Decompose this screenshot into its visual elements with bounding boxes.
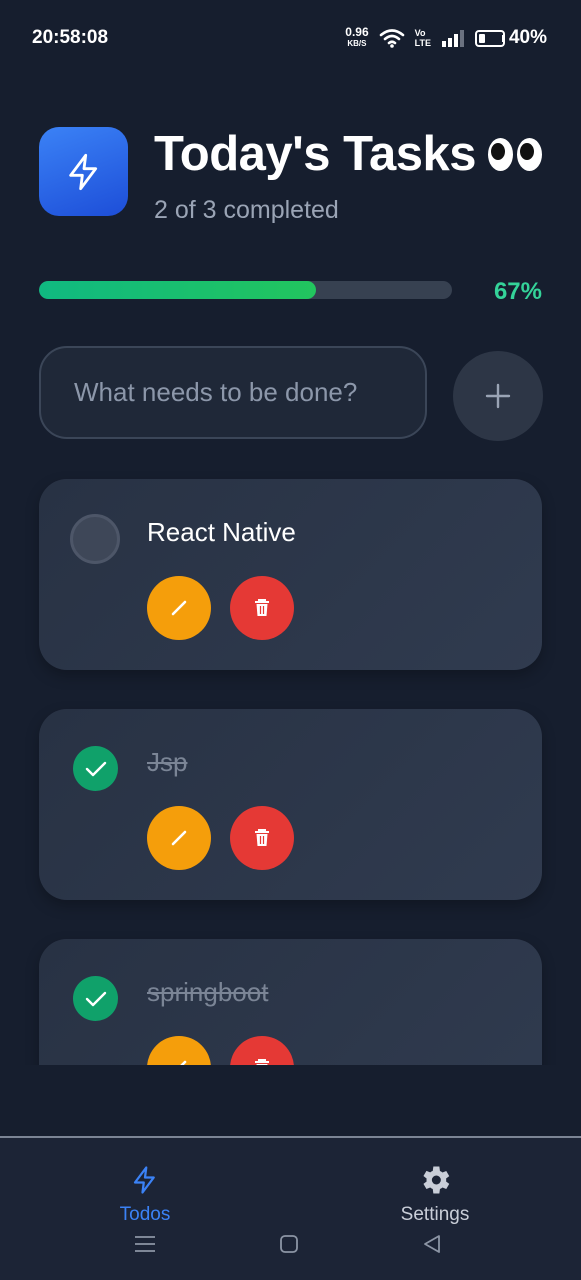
check-icon — [85, 761, 106, 776]
page-title-text: Today's Tasks — [154, 127, 476, 181]
pencil-icon — [171, 830, 187, 846]
wifi-icon — [379, 29, 404, 48]
task-title: React Native — [147, 517, 296, 547]
volte-indicator: Vo LTE — [415, 28, 431, 48]
tab-todos[interactable]: Todos — [75, 1162, 215, 1226]
status-icons: 0.96 KB/S Vo LTE 40% — [345, 25, 547, 49]
battery-fill — [478, 33, 486, 43]
eyes-emoji — [487, 137, 542, 171]
completion-summary: 2 of 3 completed — [154, 196, 339, 224]
volte-top: Vo — [414, 28, 426, 38]
network-speed-value: 0.96 — [345, 25, 369, 39]
progress-bar — [39, 281, 452, 299]
task-checkbox-checked[interactable] — [73, 976, 118, 1021]
task-checkbox-checked[interactable] — [73, 746, 118, 791]
add-task-button[interactable] — [453, 351, 543, 441]
lightning-icon — [68, 153, 97, 190]
gear-icon — [423, 1166, 450, 1194]
task-checkbox[interactable] — [70, 514, 120, 564]
app-logo — [39, 127, 128, 216]
system-nav-bar — [0, 1234, 581, 1264]
edit-task-button[interactable] — [147, 806, 211, 870]
menu-icon[interactable] — [134, 1234, 156, 1254]
network-speed-unit: KB/S — [347, 39, 367, 48]
edit-task-button[interactable] — [147, 576, 211, 640]
task-title: Jsp — [147, 747, 188, 777]
tab-settings-label: Settings — [400, 1204, 470, 1225]
volte-bottom: LTE — [414, 38, 431, 48]
delete-task-button[interactable] — [230, 576, 294, 640]
status-bar: 20:58:08 0.96 KB/S Vo LTE 40% — [0, 0, 581, 76]
pencil-icon — [171, 600, 187, 616]
task-card: springboot — [39, 939, 542, 1065]
plus-icon — [485, 383, 511, 409]
trash-icon — [255, 1059, 269, 1065]
trash-icon — [255, 599, 269, 616]
battery-percent: 40% — [508, 27, 547, 48]
progress-percent: 67% — [493, 278, 542, 305]
task-card: React Native — [39, 479, 542, 670]
tab-todos-label: Todos — [119, 1204, 171, 1225]
progress-fill — [39, 281, 316, 299]
delete-task-button[interactable] — [230, 1036, 294, 1065]
status-time: 20:58:08 — [32, 27, 109, 48]
network-speed: 0.96 KB/S — [345, 25, 369, 49]
new-task-input[interactable] — [39, 346, 427, 439]
check-icon — [85, 991, 106, 1006]
edit-task-button[interactable] — [147, 1036, 211, 1065]
signal-icon — [441, 30, 464, 47]
home-icon[interactable] — [279, 1234, 299, 1254]
back-icon[interactable] — [422, 1234, 442, 1254]
trash-icon — [255, 829, 269, 846]
task-title: springboot — [147, 977, 269, 1007]
task-list[interactable]: React Native Jsp springboot — [0, 470, 581, 1065]
lightning-icon — [133, 1166, 155, 1194]
bottom-nav: Todos Settings — [0, 1138, 581, 1280]
battery-indicator: 40% — [474, 27, 547, 49]
page-title: Today's Tasks — [154, 126, 542, 182]
pencil-icon — [180, 1060, 187, 1065]
task-card: Jsp — [39, 709, 542, 900]
tab-settings[interactable]: Settings — [365, 1162, 505, 1226]
delete-task-button[interactable] — [230, 806, 294, 870]
battery-icon — [474, 29, 505, 47]
